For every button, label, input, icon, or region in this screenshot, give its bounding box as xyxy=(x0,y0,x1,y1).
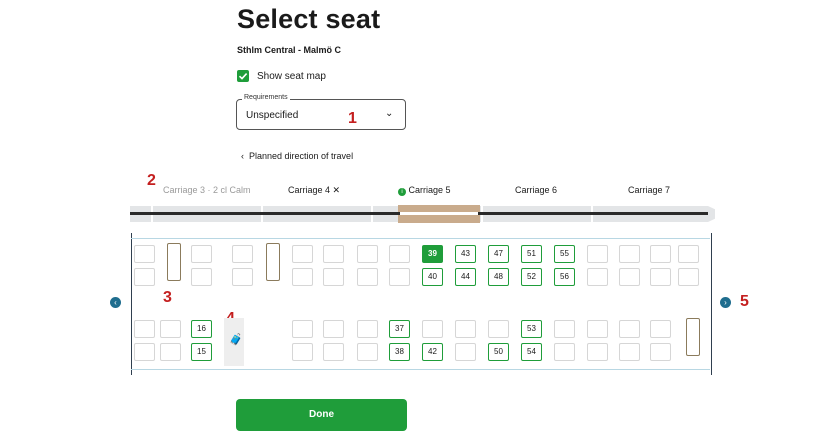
wall-line-bottom xyxy=(131,369,710,370)
seat[interactable] xyxy=(389,268,410,286)
seat[interactable] xyxy=(678,245,699,263)
seat[interactable] xyxy=(134,320,155,338)
seat[interactable] xyxy=(357,268,378,286)
restaurant-icon: ✕ xyxy=(332,185,341,195)
seat[interactable] xyxy=(232,245,253,263)
seat-15[interactable]: 15 xyxy=(191,343,212,361)
seat-55[interactable]: 55 xyxy=(554,245,575,263)
seat[interactable] xyxy=(191,268,212,286)
direction-label: Planned direction of travel xyxy=(249,151,354,161)
info-icon: i xyxy=(398,188,406,196)
seat-53[interactable]: 53 xyxy=(521,320,542,338)
table xyxy=(167,243,181,281)
seat[interactable] xyxy=(619,268,640,286)
chevron-down-icon: ⌄ xyxy=(385,108,394,119)
seat[interactable] xyxy=(134,343,155,361)
seat-37[interactable]: 37 xyxy=(389,320,410,338)
seat[interactable] xyxy=(554,320,575,338)
direction-link[interactable]: ‹ Planned direction of travel xyxy=(241,151,353,161)
done-button[interactable]: Done xyxy=(236,399,407,431)
seat[interactable] xyxy=(422,320,443,338)
seat[interactable] xyxy=(587,268,608,286)
table xyxy=(266,243,280,281)
carriage-tab-6[interactable]: Carriage 6 xyxy=(515,185,557,195)
seat[interactable] xyxy=(587,320,608,338)
annotation-2: 2 xyxy=(147,172,156,189)
seat-16[interactable]: 16 xyxy=(191,320,212,338)
seat[interactable] xyxy=(455,320,476,338)
seat[interactable] xyxy=(619,245,640,263)
seat-48[interactable]: 48 xyxy=(488,268,509,286)
carriage-3-suffix: · 2 cl Calm xyxy=(207,185,251,195)
seat[interactable] xyxy=(292,245,313,263)
luggage-icon: 🧳 xyxy=(229,334,243,346)
seat[interactable] xyxy=(357,245,378,263)
carriage-tab-5[interactable]: i Carriage 5 xyxy=(398,185,451,196)
page-title: Select seat xyxy=(237,4,381,34)
seat[interactable] xyxy=(678,268,699,286)
carriage-5-label: Carriage 5 xyxy=(408,185,451,195)
carriage-7-label: Carriage 7 xyxy=(628,185,671,195)
seat[interactable] xyxy=(357,320,378,338)
carriage-4-label: Carriage 4 xyxy=(288,185,331,195)
carriage-tab-7[interactable]: Carriage 7 xyxy=(628,185,670,195)
route-label: Sthlm Central - Malmö C xyxy=(237,45,342,55)
seat-44[interactable]: 44 xyxy=(455,268,476,286)
seat-51[interactable]: 51 xyxy=(521,245,542,263)
seat-47[interactable]: 47 xyxy=(488,245,509,263)
check-icon xyxy=(238,73,248,80)
wall-line-top xyxy=(131,238,710,239)
seat[interactable] xyxy=(323,268,344,286)
scroll-right-button[interactable]: › xyxy=(720,297,731,308)
seat[interactable] xyxy=(292,268,313,286)
seat[interactable] xyxy=(134,245,155,263)
scroll-left-button[interactable]: ‹ xyxy=(110,297,121,308)
seat-42[interactable]: 42 xyxy=(422,343,443,361)
seat[interactable] xyxy=(619,320,640,338)
seat[interactable] xyxy=(619,343,640,361)
seat[interactable] xyxy=(650,245,671,263)
seat-56[interactable]: 56 xyxy=(554,268,575,286)
seat[interactable] xyxy=(323,343,344,361)
seat[interactable] xyxy=(292,320,313,338)
carriage-tab-3[interactable]: Carriage 3 · 2 cl Calm xyxy=(163,185,251,195)
seat-38[interactable]: 38 xyxy=(389,343,410,361)
show-seat-map-checkbox[interactable] xyxy=(237,70,249,82)
seat[interactable] xyxy=(650,268,671,286)
seat[interactable] xyxy=(587,245,608,263)
seat[interactable] xyxy=(323,320,344,338)
show-seat-map-label: Show seat map xyxy=(257,71,326,82)
table xyxy=(686,318,700,356)
train-graphic xyxy=(130,205,715,223)
seat[interactable] xyxy=(232,268,253,286)
requirements-legend: Requirements xyxy=(242,94,290,101)
requirements-value: Unspecified xyxy=(246,110,299,121)
seat[interactable] xyxy=(587,343,608,361)
seat-50[interactable]: 50 xyxy=(488,343,509,361)
annotation-1: 1 xyxy=(348,110,357,127)
seat-40[interactable]: 40 xyxy=(422,268,443,286)
seat[interactable] xyxy=(488,320,509,338)
seat[interactable] xyxy=(650,343,671,361)
seat[interactable] xyxy=(650,320,671,338)
carriage-6-label: Carriage 6 xyxy=(515,185,558,195)
annotation-5: 5 xyxy=(740,293,749,310)
seat-52[interactable]: 52 xyxy=(521,268,542,286)
seat[interactable] xyxy=(323,245,344,263)
seat[interactable] xyxy=(357,343,378,361)
seat[interactable] xyxy=(191,245,212,263)
seat[interactable] xyxy=(134,268,155,286)
seat[interactable] xyxy=(455,343,476,361)
seat-54[interactable]: 54 xyxy=(521,343,542,361)
seat[interactable] xyxy=(389,245,410,263)
seat-39[interactable]: 39 xyxy=(422,245,443,263)
seat[interactable] xyxy=(160,343,181,361)
seat[interactable] xyxy=(554,343,575,361)
seat[interactable] xyxy=(292,343,313,361)
seat[interactable] xyxy=(160,320,181,338)
seat-43[interactable]: 43 xyxy=(455,245,476,263)
carriage-tab-4[interactable]: Carriage 4 ✕ xyxy=(288,185,340,196)
carriage-3-label: Carriage 3 xyxy=(163,185,206,195)
